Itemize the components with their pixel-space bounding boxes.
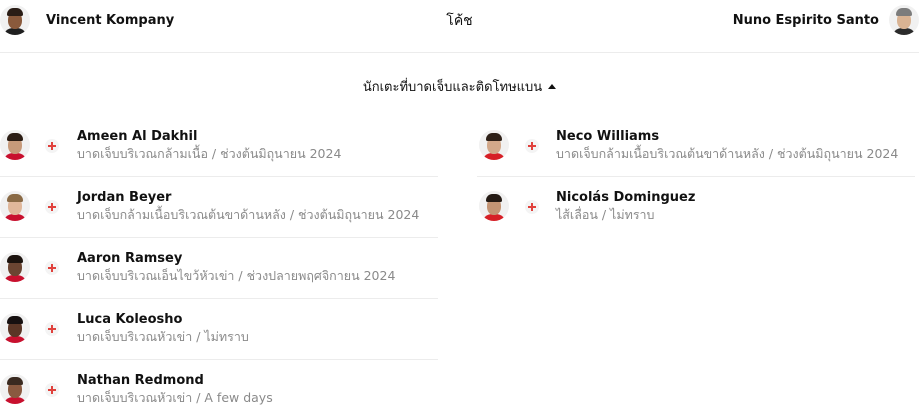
injury-cross-icon (45, 322, 59, 336)
player-avatar (0, 374, 30, 404)
player-avatar (0, 191, 30, 221)
injuries-section-title: นักเตะที่บาดเจ็บและติดโทษแบน (362, 80, 543, 95)
injury-status: บาดเจ็บกล้ามเนื้อบริเวณต้นขาด้านหลัง / ช… (77, 207, 420, 222)
away-coach-avatar (889, 5, 919, 35)
away-injury-list: Neco Williams บาดเจ็บกล้ามเนื้อบริเวณต้น… (477, 116, 915, 237)
injury-status: บาดเจ็บกล้ามเนื้อบริเวณต้นขาด้านหลัง / ช… (556, 146, 899, 161)
away-coach[interactable]: Nuno Espirito Santo (733, 4, 919, 36)
injured-player-row[interactable]: Jordan Beyer บาดเจ็บกล้ามเนื้อบริเวณต้นข… (0, 177, 438, 238)
injury-cross-icon (45, 261, 59, 275)
player-name[interactable]: Jordan Beyer (77, 189, 438, 206)
injury-cross-icon (45, 139, 59, 153)
player-name[interactable]: Aaron Ramsey (77, 250, 438, 267)
player-name[interactable]: Nathan Redmond (77, 372, 438, 389)
injured-player-row[interactable]: Ameen Al Dakhil บาดเจ็บบริเวณกล้ามเนื้อ … (0, 116, 438, 177)
injured-player-row[interactable]: Nathan Redmond บาดเจ็บบริเวณหัวเข่า / A … (0, 360, 438, 420)
player-name[interactable]: Neco Williams (556, 128, 915, 145)
player-name[interactable]: Ameen Al Dakhil (77, 128, 438, 145)
injury-cross-icon (45, 383, 59, 397)
caret-up-icon (548, 84, 557, 89)
injured-player-row[interactable]: Neco Williams บาดเจ็บกล้ามเนื้อบริเวณต้น… (477, 116, 915, 177)
injury-cross-icon (525, 200, 539, 214)
injured-player-row[interactable]: Nicolás Dominguez ไส้เลื่อน / ไม่ทราบ (477, 177, 915, 237)
injury-status: บาดเจ็บบริเวณหัวเข่า / A few days (77, 390, 273, 405)
player-avatar (0, 130, 30, 160)
player-avatar (479, 130, 509, 160)
injury-status: ไส้เลื่อน / ไม่ทราบ (556, 207, 655, 222)
away-coach-name[interactable]: Nuno Espirito Santo (733, 13, 879, 28)
injury-status: บาดเจ็บบริเวณกล้ามเนื้อ / ช่วงต้นมิถุนาย… (77, 146, 342, 161)
player-name[interactable]: Luca Koleosho (77, 311, 438, 328)
injury-status: บาดเจ็บบริเวณหัวเข่า / ไม่ทราบ (77, 329, 249, 344)
player-avatar (479, 191, 509, 221)
injury-cross-icon (525, 139, 539, 153)
player-avatar (0, 313, 30, 343)
injury-status: บาดเจ็บบริเวณเอ็นไขว้หัวเข่า / ช่วงปลายพ… (77, 268, 396, 283)
injuries-section-toggle[interactable]: นักเตะที่บาดเจ็บและติดโทษแบน (0, 76, 919, 97)
injury-cross-icon (45, 200, 59, 214)
home-injury-list: Ameen Al Dakhil บาดเจ็บบริเวณกล้ามเนื้อ … (0, 116, 438, 420)
coaches-bar: Vincent Kompany โค้ช Nuno Espirito Santo (0, 0, 919, 53)
player-name[interactable]: Nicolás Dominguez (556, 189, 915, 206)
injured-player-row[interactable]: Aaron Ramsey บาดเจ็บบริเวณเอ็นไขว้หัวเข่… (0, 238, 438, 299)
player-avatar (0, 252, 30, 282)
injured-player-row[interactable]: Luca Koleosho บาดเจ็บบริเวณหัวเข่า / ไม่… (0, 299, 438, 360)
